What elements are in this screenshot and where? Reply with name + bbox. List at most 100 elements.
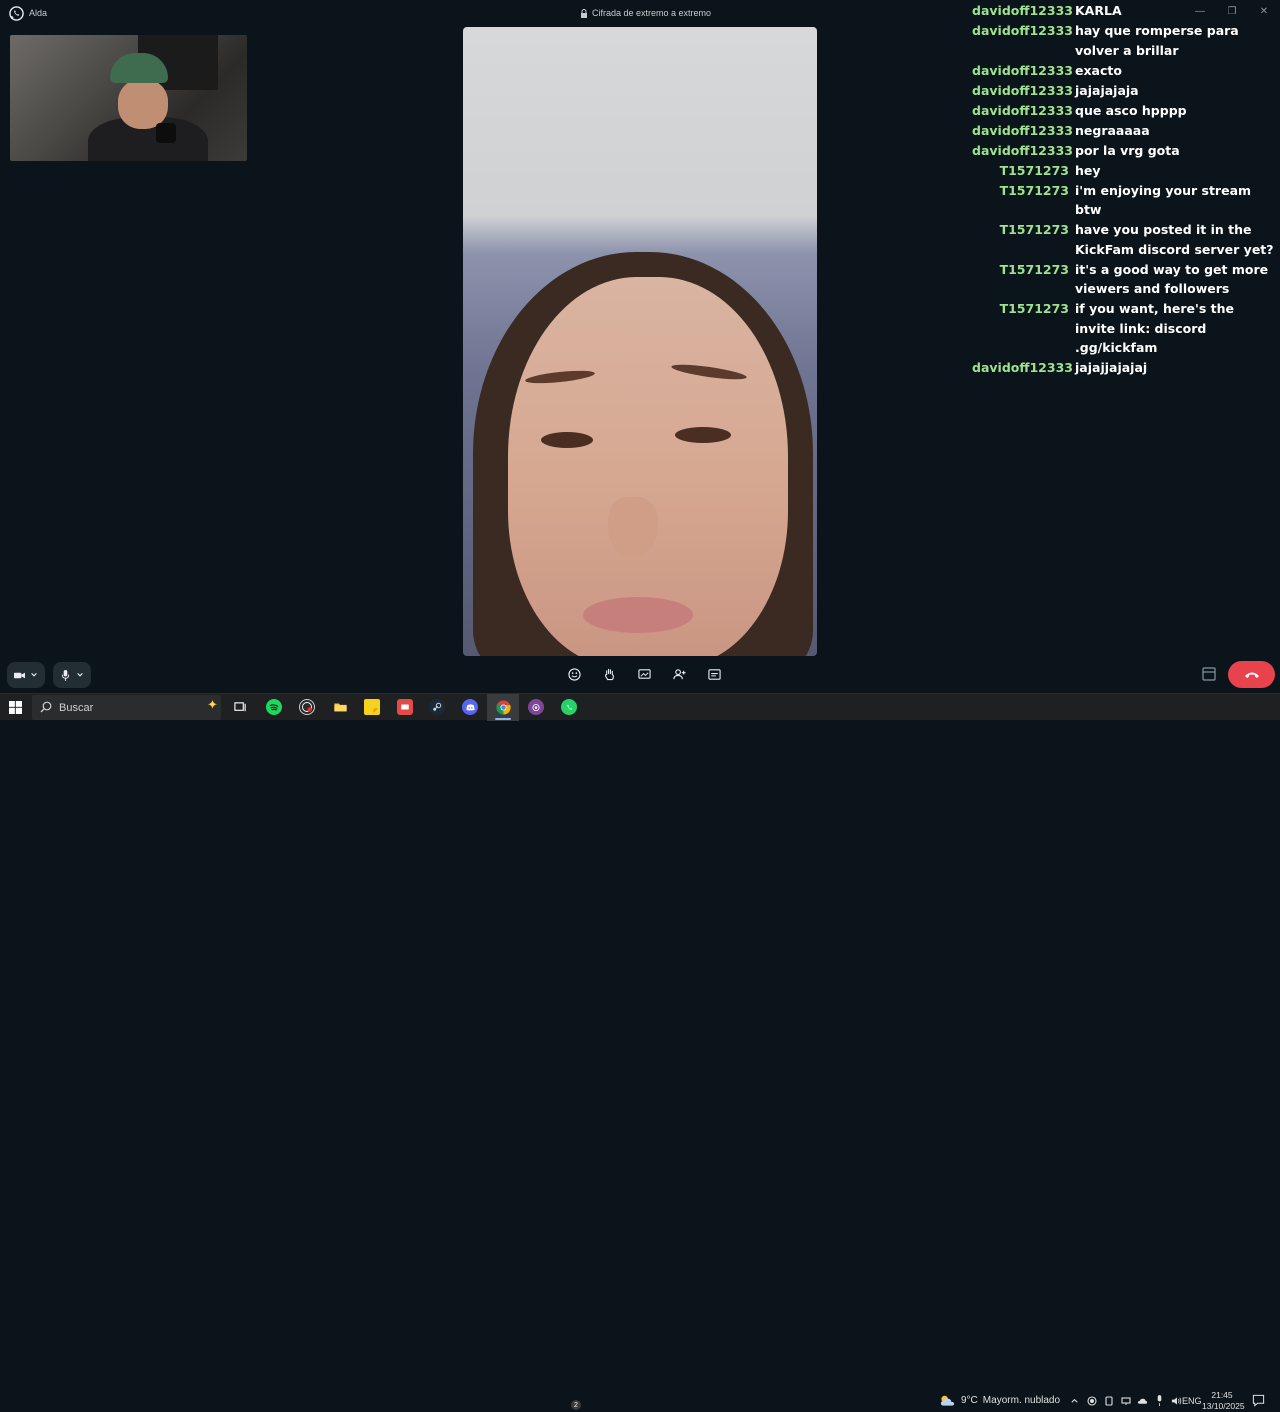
chat-message: davidoff12333 negraaaaa bbox=[972, 121, 1276, 141]
call-media-controls bbox=[7, 662, 91, 688]
windows-taskbar: Buscar ✦ 2 9°C Mayorm. nublado ENG 21:45… bbox=[0, 693, 1280, 1411]
chat-message: T1571273 hey bbox=[972, 161, 1276, 181]
discord-icon[interactable] bbox=[462, 699, 478, 715]
captions-icon bbox=[707, 668, 721, 680]
device-icon[interactable] bbox=[1103, 1395, 1114, 1406]
call-action-controls bbox=[566, 666, 722, 682]
chat-text: KARLA bbox=[1075, 3, 1122, 18]
volume-icon[interactable] bbox=[1171, 1395, 1182, 1406]
chat-username: T1571273 bbox=[999, 301, 1069, 316]
encryption-label: Cifrada de extremo a extremo bbox=[592, 8, 712, 18]
onedrive-cloud-icon[interactable] bbox=[1137, 1395, 1148, 1406]
chat-username: T1571273 bbox=[999, 222, 1069, 237]
microphone-icon bbox=[61, 669, 70, 681]
copilot-sparkle-icon: ✦ bbox=[207, 697, 218, 712]
chat-username: T1571273 bbox=[999, 182, 1069, 198]
whatsapp-badge: 2 bbox=[571, 1400, 581, 1410]
chat-text: have you posted it in the KickFam discor… bbox=[1075, 222, 1274, 257]
chevron-down-icon bbox=[31, 673, 37, 677]
chat-username: davidoff12333 bbox=[972, 62, 1073, 78]
chat-username: davidoff12333 bbox=[972, 23, 1073, 38]
chrome-icon[interactable] bbox=[495, 699, 511, 715]
chat-text: jajajjajajaj bbox=[1075, 360, 1148, 375]
chat-message: davidoff12333 hay que romperse para volve… bbox=[972, 21, 1276, 60]
chat-message: davidoff12333 jajajjajajaj bbox=[972, 358, 1276, 378]
chat-text: por la vrg gota bbox=[1075, 142, 1180, 158]
share-screen-button[interactable] bbox=[636, 666, 652, 682]
chat-message: davidoff12333 exacto bbox=[972, 61, 1276, 81]
taskbar-search-box[interactable]: Buscar ✦ bbox=[32, 695, 221, 720]
cloud-sun-icon bbox=[940, 1395, 955, 1406]
raise-hand-icon bbox=[604, 668, 614, 680]
self-video-preview[interactable] bbox=[10, 35, 247, 161]
chat-username: T1571273 bbox=[999, 162, 1069, 178]
app-red-icon[interactable] bbox=[397, 699, 413, 715]
chat-text: if you want, here's the invite link: dis… bbox=[1075, 301, 1235, 355]
hang-up-icon bbox=[1244, 672, 1259, 678]
display-icon[interactable] bbox=[1120, 1395, 1131, 1406]
whatsapp-call-window: Alda Cifrada de extremo a extremo — ❐ ✕ … bbox=[0, 0, 1280, 693]
captions-button[interactable] bbox=[706, 666, 722, 682]
chat-text: exacto bbox=[1075, 62, 1122, 78]
stream-chat-overlay: davidoff12333 KARLA davidoff12333 hay que r… bbox=[972, 1, 1276, 378]
mic-tray-icon[interactable] bbox=[1154, 1395, 1165, 1406]
chat-message: T1571273 have you posted it in the KickFa… bbox=[972, 220, 1276, 259]
chat-username: davidoff12333 bbox=[972, 82, 1073, 98]
chat-message: davidoff12333 KARLA bbox=[972, 1, 1276, 21]
whatsapp-logo-icon bbox=[9, 6, 24, 21]
chat-username: davidoff12333 bbox=[972, 122, 1073, 138]
search-icon bbox=[40, 701, 52, 713]
chat-text: negraaaaa bbox=[1075, 122, 1150, 138]
chat-text: hey bbox=[1075, 162, 1101, 178]
language-indicator[interactable]: ENG bbox=[1182, 1396, 1202, 1406]
file-explorer-icon[interactable] bbox=[332, 699, 348, 715]
chat-username: davidoff12333 bbox=[972, 360, 1073, 375]
share-screen-icon bbox=[637, 668, 651, 679]
add-participant-button[interactable] bbox=[671, 666, 687, 682]
chat-message: T1571273 if you want, here's the invite l… bbox=[972, 299, 1276, 358]
chat-username: davidoff12333 bbox=[972, 102, 1073, 118]
spotify-icon[interactable] bbox=[266, 699, 282, 715]
chevron-down-icon bbox=[77, 673, 83, 677]
chevron-up-icon[interactable] bbox=[1069, 1395, 1080, 1406]
clock[interactable]: 21:45 13/10/2025 bbox=[1202, 1390, 1245, 1412]
record-icon[interactable] bbox=[1086, 1395, 1097, 1406]
chat-message: davidoff12333 por la vrg gota bbox=[972, 141, 1276, 161]
end-call-button[interactable] bbox=[1228, 661, 1275, 688]
encryption-notice: Cifrada de extremo a extremo bbox=[580, 8, 711, 18]
camera-toggle-button[interactable] bbox=[7, 662, 45, 688]
layout-toggle-icon[interactable] bbox=[1201, 666, 1217, 682]
task-view-icon[interactable] bbox=[232, 699, 248, 715]
steam-icon[interactable] bbox=[429, 699, 445, 715]
system-tray bbox=[1069, 1395, 1182, 1406]
microphone-toggle-button[interactable] bbox=[53, 662, 91, 688]
camera-icon bbox=[14, 672, 25, 678]
sticky-notes-icon[interactable] bbox=[364, 699, 380, 715]
add-participant-icon bbox=[672, 668, 686, 679]
weather-widget[interactable]: 9°C Mayorm. nublado bbox=[939, 1393, 1060, 1407]
chat-message: davidoff12333 jajajajaja bbox=[972, 81, 1276, 101]
remote-video-feed bbox=[463, 27, 817, 656]
weather-temp: 9°C bbox=[961, 1394, 978, 1406]
obs-icon[interactable] bbox=[299, 699, 315, 715]
weather-desc: Mayorm. nublado bbox=[982, 1394, 1061, 1406]
reactions-button[interactable] bbox=[566, 666, 582, 682]
tor-icon[interactable] bbox=[528, 699, 544, 715]
search-placeholder: Buscar bbox=[59, 702, 94, 714]
chat-message: davidoff12333 que asco hpppp bbox=[972, 101, 1276, 121]
emoji-icon bbox=[567, 667, 581, 681]
chat-text: que asco hpppp bbox=[1075, 102, 1187, 118]
windows-start-icon[interactable] bbox=[9, 701, 22, 714]
raise-hand-button[interactable] bbox=[601, 666, 617, 682]
whatsapp-icon[interactable] bbox=[561, 699, 577, 715]
lock-icon bbox=[581, 8, 587, 18]
chat-username: davidoff12333 bbox=[972, 142, 1073, 158]
chat-message: T1571273 it's a good way to get more view… bbox=[972, 260, 1276, 299]
chat-username: T1571273 bbox=[999, 261, 1069, 277]
chat-text: it's a good way to get more viewers and … bbox=[1075, 261, 1269, 297]
contact-name: Alda bbox=[29, 8, 48, 18]
chat-text: i'm enjoying your stream btw bbox=[1075, 182, 1252, 218]
notifications-icon[interactable] bbox=[1252, 1394, 1265, 1407]
clock-date: 13/10/2025 bbox=[1202, 1401, 1245, 1411]
clock-time: 21:45 bbox=[1211, 1390, 1233, 1400]
